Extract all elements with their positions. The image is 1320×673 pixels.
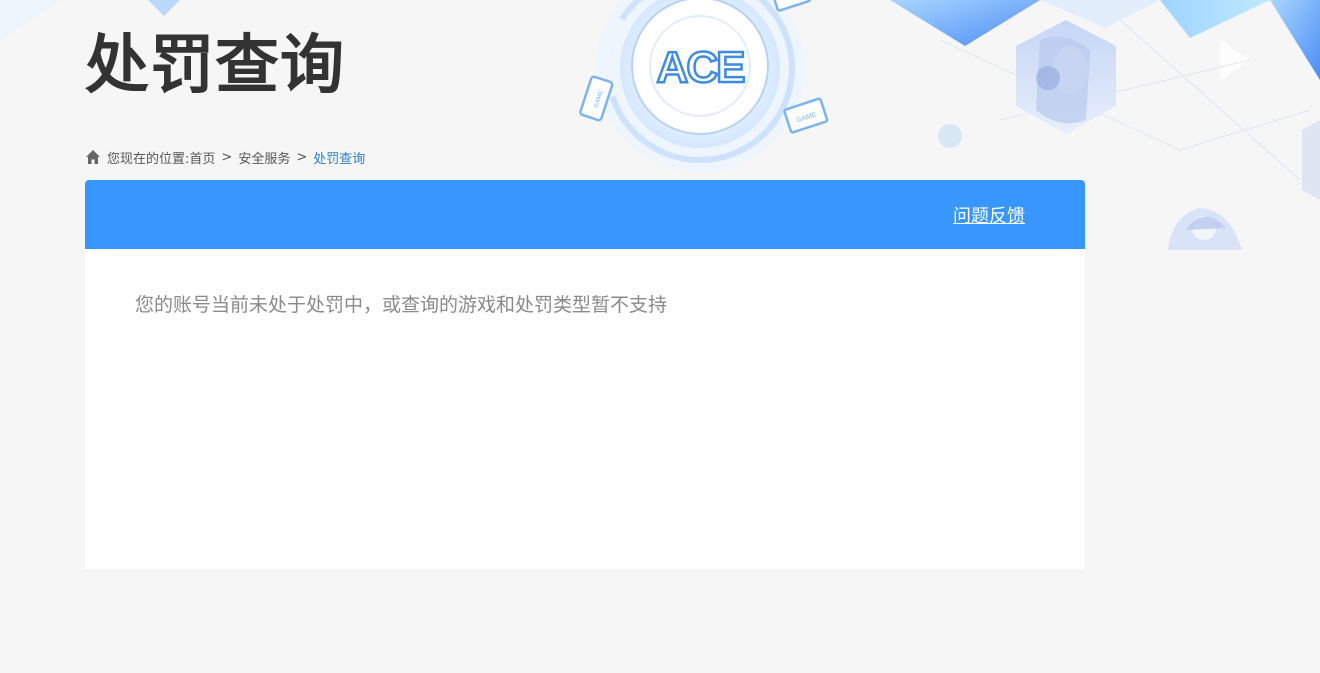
- ace-logo: ACE: [655, 42, 747, 94]
- panel-body: 您的账号当前未处于处罚中，或查询的游戏和处罚类型暂不支持: [85, 249, 1085, 361]
- breadcrumb-link-security[interactable]: 安全服务: [238, 148, 290, 167]
- svg-text:ACE: ACE: [657, 43, 745, 92]
- breadcrumb-separator: >: [221, 149, 233, 165]
- panel-header: 问题反馈: [85, 180, 1085, 249]
- breadcrumb-current: 处罚查询: [313, 151, 366, 167]
- breadcrumb-prefix: 您现在的位置:: [107, 151, 190, 167]
- home-icon: [86, 150, 100, 164]
- game-monitor-icon-top: [771, 0, 812, 12]
- feedback-link[interactable]: 问题反馈: [953, 202, 1025, 228]
- character-portrait-hexagon: [1016, 20, 1116, 134]
- page-title: 处罚查询: [85, 29, 345, 103]
- breadcrumb: 您现在的位置: 首页 > 安全服务 > 处罚查询: [85, 147, 365, 167]
- breadcrumb-separator: >: [296, 149, 308, 165]
- character-figure: [1168, 208, 1242, 250]
- result-message: 您的账号当前未处于处罚中，或查询的游戏和处罚类型暂不支持: [135, 294, 668, 316]
- breadcrumb-link-home[interactable]: 首页: [189, 148, 215, 167]
- result-panel: 问题反馈 您的账号当前未处于处罚中，或查询的游戏和处罚类型暂不支持: [85, 180, 1085, 569]
